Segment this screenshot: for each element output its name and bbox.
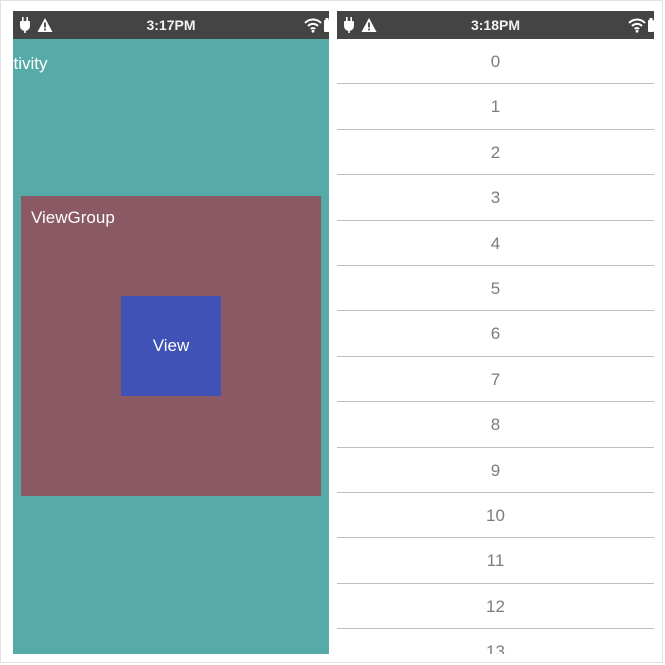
list-item[interactable]: 7 [337, 357, 654, 403]
wifi-icon [628, 18, 646, 33]
viewgroup-box: ViewGroup View [21, 196, 321, 496]
battery-icon [648, 18, 654, 32]
left-phone-screen: 3:17PM ctivity ViewGroup View [13, 11, 329, 654]
list-item[interactable]: 1 [337, 84, 654, 130]
list-item[interactable]: 5 [337, 266, 654, 312]
list-item[interactable]: 0 [337, 39, 654, 85]
status-bar: 3:18PM [337, 11, 654, 39]
status-time: 3:17PM [146, 17, 196, 33]
status-time: 3:18PM [470, 17, 521, 33]
list-item[interactable]: 2 [337, 130, 654, 176]
status-bar: 3:17PM [13, 11, 329, 39]
list-item[interactable]: 11 [337, 538, 654, 584]
number-list[interactable]: 0 1 2 3 4 5 6 7 8 9 10 11 12 13 [337, 39, 654, 654]
view-box[interactable]: View [121, 296, 221, 396]
activity-label: ctivity [13, 54, 48, 73]
viewgroup-label: ViewGroup [31, 208, 115, 227]
view-label: View [152, 336, 190, 355]
wifi-icon [304, 18, 322, 33]
battery-icon [324, 18, 329, 32]
list-item[interactable]: 9 [337, 448, 654, 493]
list-item[interactable]: 4 [337, 221, 654, 266]
screenshot-frame: 3:17PM ctivity ViewGroup View [0, 0, 663, 663]
list-item[interactable]: 10 [337, 493, 654, 539]
list-item[interactable]: 13 [337, 629, 654, 654]
list-item[interactable]: 12 [337, 584, 654, 630]
list-item[interactable]: 8 [337, 402, 654, 448]
right-phone-screen: 3:18PM 0 1 2 3 4 5 6 7 8 9 10 11 12 13 [337, 11, 654, 654]
list-item[interactable]: 3 [337, 175, 654, 221]
list-item[interactable]: 6 [337, 311, 654, 357]
